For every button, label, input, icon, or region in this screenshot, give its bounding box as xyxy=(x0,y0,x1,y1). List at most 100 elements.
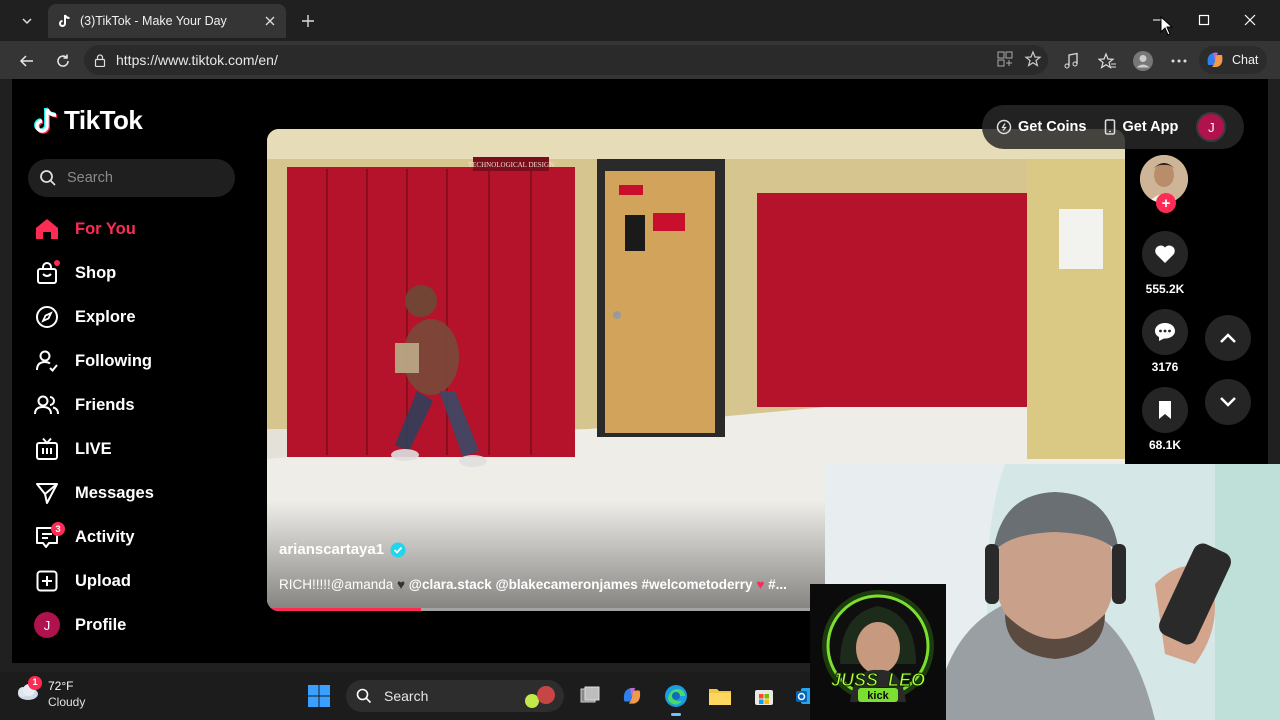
top-actions-bar: Get Coins Get App J xyxy=(982,105,1244,149)
reload-icon xyxy=(57,54,69,67)
activity-badge: 3 xyxy=(51,522,65,536)
nav-item-explore[interactable]: Explore xyxy=(34,295,154,339)
nav-item-activity[interactable]: 3 Activity xyxy=(34,515,154,559)
taskbar-search[interactable]: Search xyxy=(346,680,564,712)
minimize-button[interactable] xyxy=(1135,0,1181,40)
store-button[interactable] xyxy=(748,680,780,712)
back-arrow-icon xyxy=(19,55,33,67)
user-avatar[interactable]: J xyxy=(1196,112,1227,142)
save-button[interactable]: 68.1K xyxy=(1140,387,1190,452)
profile-button[interactable] xyxy=(1130,48,1156,74)
favorites-button[interactable] xyxy=(1094,48,1120,74)
reload-button[interactable] xyxy=(50,48,76,74)
nav-item-shop[interactable]: Shop xyxy=(34,251,154,295)
red-heart-icon: ♥ xyxy=(756,577,765,592)
address-bar[interactable]: https://www.tiktok.com/en/ xyxy=(84,45,1048,75)
favorites-star-icon xyxy=(1098,52,1116,69)
media-control-button[interactable] xyxy=(1058,48,1084,74)
edge-icon xyxy=(665,685,687,707)
tiktok-note-icon xyxy=(34,106,58,134)
caption-more[interactable]: #... xyxy=(768,577,787,592)
back-button[interactable] xyxy=(14,48,40,74)
nav-item-friends[interactable]: Friends xyxy=(34,383,154,427)
app-available-icon[interactable] xyxy=(996,50,1014,68)
nav-label: LIVE xyxy=(75,439,112,458)
search-input[interactable]: Search xyxy=(28,159,235,197)
chat-label: Chat xyxy=(1232,53,1259,67)
streamer-logo-text: JUSS_LEO xyxy=(831,670,925,690)
bookmark-icon xyxy=(1142,387,1188,433)
verified-badge-icon xyxy=(390,542,406,557)
nav-item-messages[interactable]: Messages xyxy=(34,471,154,515)
weather-condition: Cloudy xyxy=(48,695,86,709)
streamer-emblem: JUSS_LEO kick xyxy=(810,584,946,720)
url-text[interactable]: https://www.tiktok.com/en/ xyxy=(116,52,278,68)
search-placeholder: Search xyxy=(67,170,113,186)
video-caption: RICH!!!!!@amanda ♥ @clara.stack @blakeca… xyxy=(279,577,787,592)
nav-label: Activity xyxy=(75,527,135,546)
close-tab-icon[interactable] xyxy=(262,13,278,29)
task-view-icon xyxy=(580,686,600,703)
like-button[interactable]: 555.2K xyxy=(1140,231,1190,296)
user-avatar-icon xyxy=(1133,51,1153,71)
tab-actions-button[interactable] xyxy=(14,8,40,34)
plus-icon xyxy=(302,15,314,27)
start-button[interactable] xyxy=(303,680,335,712)
maximize-button[interactable] xyxy=(1181,0,1227,40)
taskbar-search-label: Search xyxy=(384,688,429,704)
get-coins-label: Get Coins xyxy=(1018,119,1087,135)
get-app-label: Get App xyxy=(1122,119,1179,135)
browser-toolbar: https://www.tiktok.com/en/ Chat xyxy=(0,41,1280,79)
get-coins-button[interactable]: Get Coins xyxy=(996,119,1086,135)
next-video-button[interactable] xyxy=(1205,379,1251,425)
video-author[interactable]: arianscartaya1 xyxy=(279,541,406,558)
phone-icon xyxy=(1105,119,1116,135)
nav-label: Profile xyxy=(75,615,127,634)
friends-icon xyxy=(34,392,60,418)
nav-label: For You xyxy=(75,219,136,238)
streamer-logo-sub: kick xyxy=(867,690,889,702)
maximize-icon xyxy=(1198,14,1210,26)
caption-tags[interactable]: @clara.stack @blakecameronjames #welcome… xyxy=(409,577,753,592)
close-window-button[interactable] xyxy=(1227,0,1273,40)
nav-item-for-you[interactable]: For You xyxy=(34,207,154,251)
comment-count: 3176 xyxy=(1151,360,1179,374)
nav-label: Following xyxy=(75,351,152,370)
task-view-button[interactable] xyxy=(574,680,606,712)
file-explorer-button[interactable] xyxy=(704,680,736,712)
temperature: 72°F xyxy=(48,679,74,693)
compass-icon xyxy=(34,304,60,330)
nav-item-following[interactable]: Following xyxy=(34,339,154,383)
tiktok-favicon-icon xyxy=(56,13,72,29)
favorite-star-icon[interactable] xyxy=(1024,50,1042,68)
get-app-button[interactable]: Get App xyxy=(1104,119,1178,135)
nav-item-profile[interactable]: J Profile xyxy=(34,603,154,647)
search-icon xyxy=(356,688,372,704)
previous-video-button[interactable] xyxy=(1205,315,1251,361)
logo-text: TikTok xyxy=(64,105,143,135)
more-dots-icon xyxy=(1171,59,1187,63)
weather-widget[interactable]: 1 72°F Cloudy xyxy=(14,675,86,710)
search-highlight-icon xyxy=(525,686,555,708)
music-icon xyxy=(1064,52,1078,69)
chevron-down-icon xyxy=(1220,397,1236,407)
heart-icon xyxy=(1142,231,1188,277)
weather-badge: 1 xyxy=(28,675,42,690)
browser-tab[interactable]: (3)TikTok - Make Your Day xyxy=(48,4,286,38)
nav-item-upload[interactable]: Upload xyxy=(34,559,154,603)
copilot-chat-button[interactable]: Chat xyxy=(1199,46,1267,74)
chevron-up-icon xyxy=(1220,333,1236,343)
new-tab-button[interactable] xyxy=(296,9,320,33)
following-icon xyxy=(34,348,60,374)
nav-item-live[interactable]: LIVE xyxy=(34,427,154,471)
author-name[interactable]: arianscartaya1 xyxy=(279,541,384,558)
comment-button[interactable]: 3176 xyxy=(1140,309,1190,374)
tiktok-logo[interactable]: TikTok xyxy=(34,105,143,136)
copilot-taskbar-button[interactable] xyxy=(616,680,648,712)
edge-taskbar-button[interactable] xyxy=(660,680,692,716)
store-icon xyxy=(755,690,773,705)
more-menu-button[interactable] xyxy=(1166,48,1192,74)
sidebar-nav: For You Shop Explore Following Friends L… xyxy=(34,207,154,647)
search-icon xyxy=(40,170,56,186)
follow-plus-icon[interactable]: + xyxy=(1156,193,1176,213)
